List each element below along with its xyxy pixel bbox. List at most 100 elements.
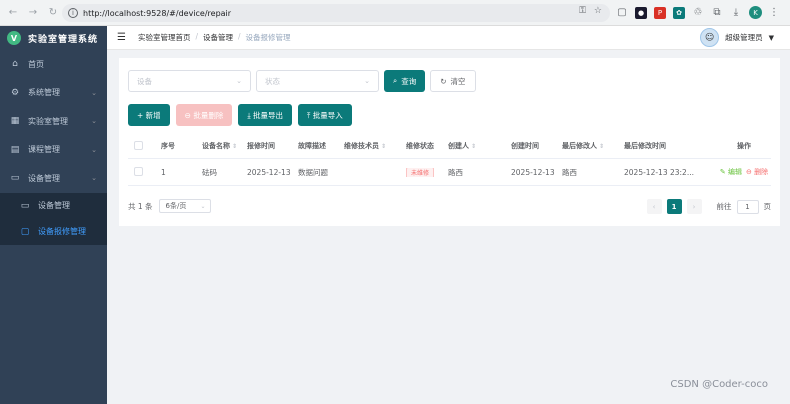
browser-toolbar: ← → ↻ i http://localhost:9528/#/device/r… <box>0 0 790 26</box>
column-header-label: 创建时间 <box>511 142 539 150</box>
status-select-placeholder: 状态 <box>265 76 280 86</box>
delete-button[interactable]: ⊖ 删除 <box>746 168 768 176</box>
watermark: CSDN @Coder-coco <box>670 379 768 390</box>
chevron-down-icon: ⌄ <box>91 88 97 97</box>
status-badge: 未维修 <box>406 167 435 177</box>
address-bar[interactable]: i http://localhost:9528/#/device/repair … <box>62 4 610 22</box>
ext-pdf-icon[interactable]: P <box>654 6 666 19</box>
profile-avatar[interactable]: K <box>749 6 762 19</box>
sort-icon[interactable]: ⇕ <box>471 143 476 150</box>
sidebar-subitem-label: 设备管理 <box>38 201 70 210</box>
goto-label: 前往 <box>716 202 732 211</box>
caret-down-icon[interactable]: ▼ <box>769 34 774 42</box>
column-header-label: 最后修改时间 <box>624 142 666 150</box>
column-header[interactable]: 最后修改人 ⇕ <box>556 141 618 151</box>
avatar[interactable]: ☺ <box>700 28 720 47</box>
ext-square-icon[interactable]: ▢ <box>616 7 628 19</box>
next-page-button[interactable]: › <box>686 199 702 214</box>
row-checkbox-cell <box>128 166 155 178</box>
query-button[interactable]: ⌕ 查询 <box>384 70 426 92</box>
column-header-label: 报修时间 <box>247 142 275 150</box>
ext-gear-icon[interactable]: ✿ <box>673 6 685 19</box>
book-icon: ▤ <box>10 144 20 155</box>
prev-page-button[interactable]: ‹ <box>646 199 662 214</box>
submenu-device: ▭ 设备管理 ▢ 设备报修管理 <box>0 192 107 245</box>
select-all-checkbox[interactable] <box>134 140 143 150</box>
goto-page-input[interactable]: 1 <box>736 199 759 214</box>
column-header-label: 操作 <box>737 142 751 150</box>
main-content: 设备 ⌄ 状态 ⌄ ⌕ 查询 ↻ 清空 + 新增 ⊖ 批量删除 ⤓ 批量导出 ⤒… <box>107 50 790 404</box>
content-card: 设备 ⌄ 状态 ⌄ ⌕ 查询 ↻ 清空 + 新增 ⊖ 批量删除 ⤓ 批量导出 ⤒… <box>119 58 780 226</box>
cell-creator: 路西 <box>448 167 463 177</box>
chevron-down-icon: ⌄ <box>364 77 370 85</box>
reload-icon[interactable]: ↻ <box>46 6 60 20</box>
sidebar-item-label: 实验室管理 <box>28 116 68 126</box>
sidebar-item[interactable]: ⌂ 首页 <box>0 50 107 79</box>
top-header: ☰ 实验室管理首页 / 设备管理 / 设备报修管理 ☺ 超级管理员 ▼ <box>107 26 790 50</box>
sidebar-item[interactable]: ▭ 设备管理 ⌄ <box>0 164 107 193</box>
column-header[interactable]: 维修技术员 ⇕ <box>338 141 400 151</box>
row-checkbox[interactable] <box>134 166 143 176</box>
hamburger-icon[interactable]: ☰ <box>117 32 126 43</box>
clear-button[interactable]: ↻ 清空 <box>430 70 476 92</box>
edit-button[interactable]: ✎ 编辑 <box>720 168 742 176</box>
sidebar-item[interactable]: ⚙ 系统管理 ⌄ <box>0 79 107 108</box>
user-menu[interactable]: ☺ 超级管理员 ▼ <box>700 28 774 47</box>
pagination-right: ‹ 1 › 前往 1 页 <box>646 199 772 214</box>
logo-row: V 实验室管理系统 <box>0 26 107 50</box>
download-icon[interactable]: ⤓ <box>730 7 742 19</box>
sidebar-item[interactable]: ▦ 实验室管理 ⌄ <box>0 107 107 136</box>
batch-export-button[interactable]: ⤓ 批量导出 <box>238 104 293 126</box>
batch-delete-button[interactable]: ⊖ 批量删除 <box>175 104 233 126</box>
search-icon: ⌕ <box>393 76 398 85</box>
gear-icon: ⚙ <box>10 87 20 98</box>
sidebar-subitem-label: 设备报修管理 <box>38 227 86 236</box>
breadcrumb: 实验室管理首页 / 设备管理 / 设备报修管理 <box>138 32 291 43</box>
sort-icon[interactable]: ⇕ <box>599 143 604 150</box>
sidebar-subitem[interactable]: ▢ 设备报修管理 <box>0 219 107 245</box>
column-header: 操作 <box>711 141 771 151</box>
column-header-label: 设备名称 <box>202 142 230 150</box>
breadcrumb-device[interactable]: 设备管理 <box>203 32 233 43</box>
forward-icon[interactable]: → <box>26 6 40 20</box>
chevron-down-icon: ⌄ <box>91 117 97 126</box>
user-name[interactable]: 超级管理员 <box>725 32 763 43</box>
app-title: 实验室管理系统 <box>28 34 99 45</box>
bookmark-star-icon[interactable]: ☆ <box>594 6 602 16</box>
address-url[interactable]: http://localhost:9528/#/device/repair <box>83 9 231 18</box>
sidebar-item[interactable]: ▤ 课程管理 ⌄ <box>0 136 107 165</box>
device-select-placeholder: 设备 <box>137 76 152 86</box>
chevron-down-icon: ⌄ <box>91 145 97 154</box>
back-icon[interactable]: ← <box>6 6 20 20</box>
key-icon[interactable]: ⚿ <box>579 6 586 16</box>
building-icon: ▦ <box>10 116 20 127</box>
sidebar-subitem[interactable]: ▭ 设备管理 <box>0 193 107 219</box>
cell-status: 未维修 <box>400 167 442 177</box>
ext-recycle-icon[interactable]: ♲ <box>692 7 704 19</box>
header-checkbox-cell <box>128 140 155 152</box>
column-header: 维修状态 <box>400 141 442 151</box>
page-unit-label: 页 <box>763 202 772 211</box>
sidebar-item-label: 系统管理 <box>28 88 60 98</box>
column-header: 最后修改时间 <box>618 141 711 151</box>
column-header[interactable]: 设备名称 ⇕ <box>196 141 241 151</box>
cell-modifier: 路西 <box>562 167 577 177</box>
ext-circle-icon[interactable]: ● <box>635 6 647 19</box>
sort-icon[interactable]: ⇕ <box>381 143 386 150</box>
sort-icon[interactable]: ⇕ <box>232 143 237 150</box>
cell-fault: 数据问题 <box>298 167 328 177</box>
column-header-label: 故障描述 <box>298 142 326 150</box>
batch-import-button[interactable]: ⤒ 批量导入 <box>298 104 352 126</box>
status-select[interactable]: 状态 ⌄ <box>256 70 379 92</box>
site-info-icon[interactable]: i <box>68 8 78 18</box>
add-button[interactable]: + 新增 <box>128 104 170 126</box>
extensions-icon[interactable]: ⧉ <box>711 7 723 19</box>
page-number-current[interactable]: 1 <box>666 199 682 214</box>
device-select[interactable]: 设备 ⌄ <box>128 70 251 92</box>
column-header[interactable]: 创建人 ⇕ <box>442 141 505 151</box>
breadcrumb-home[interactable]: 实验室管理首页 <box>138 32 191 43</box>
sidebar-item-label: 设备管理 <box>28 173 60 183</box>
home-icon: ⌂ <box>12 59 18 70</box>
page-size-select[interactable]: 6条/页 ⌄ <box>158 199 211 213</box>
browser-menu-icon[interactable]: ⋮ <box>769 7 779 18</box>
